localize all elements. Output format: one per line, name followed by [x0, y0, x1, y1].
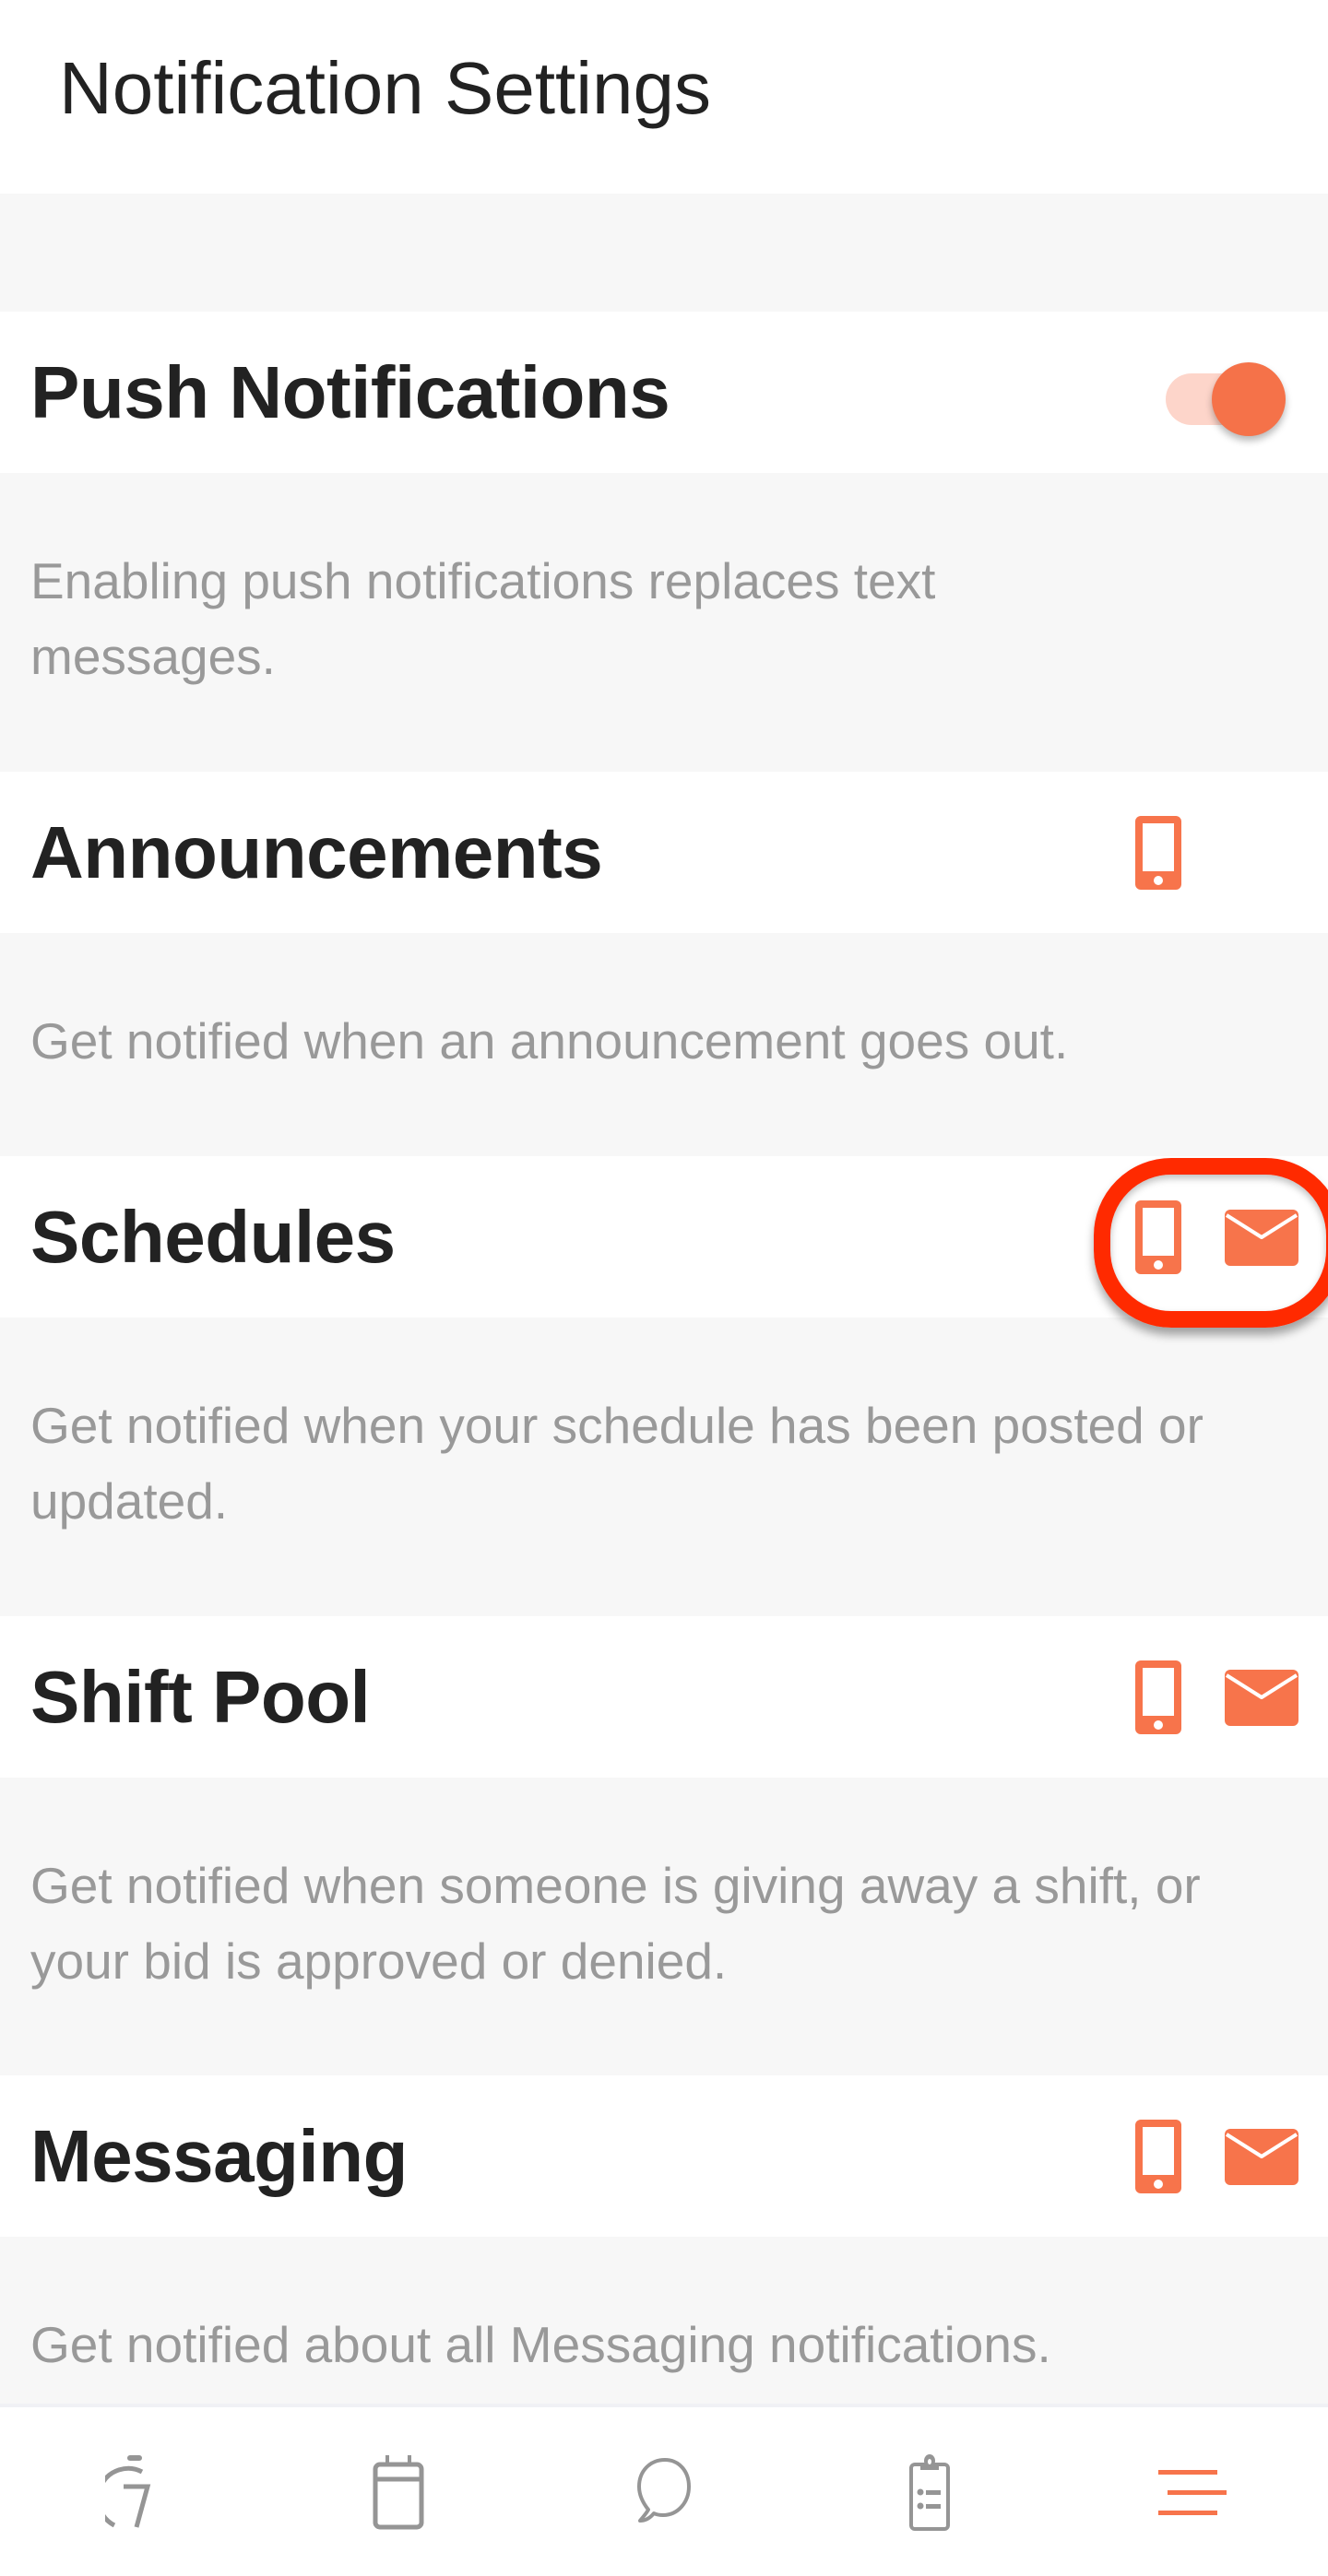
tab-tasks[interactable]	[797, 2407, 1062, 2576]
schedules-description-panel: Get notified when your schedule has been…	[0, 1318, 1328, 1616]
section-spacer	[0, 194, 1328, 312]
calendar-icon	[373, 2454, 424, 2529]
push-notifications-description-panel: Enabling push notifications replaces tex…	[0, 473, 1328, 772]
push-notifications-description: Enabling push notifications replaces tex…	[30, 552, 936, 685]
page-title: Notification Settings	[59, 47, 712, 129]
schedules-description: Get notified when your schedule has been…	[30, 1397, 1204, 1530]
shift-pool-row: Shift Pool	[0, 1616, 1328, 1778]
announcements-description: Get notified when an announcement goes o…	[30, 1012, 1069, 1069]
messaging-title: Messaging	[30, 2115, 408, 2197]
shift-pool-description: Get notified when someone is giving away…	[30, 1857, 1201, 1990]
header: Notification Settings	[0, 0, 1328, 194]
push-notifications-toggle[interactable]	[1164, 362, 1289, 440]
schedules-row: Schedules	[0, 1156, 1328, 1318]
shift-pool-title: Shift Pool	[30, 1656, 371, 1738]
tab-messages[interactable]	[531, 2407, 797, 2576]
shift-pool-description-panel: Get notified when someone is giving away…	[0, 1778, 1328, 2075]
messaging-description: Get notified about all Messaging notific…	[30, 2316, 1051, 2373]
messaging-description-panel: Get notified about all Messaging notific…	[0, 2237, 1328, 2404]
phone-icon[interactable]	[1135, 1660, 1181, 1734]
mail-icon[interactable]	[1225, 1210, 1298, 1266]
mail-icon[interactable]	[1225, 1670, 1298, 1726]
announcements-description-panel: Get notified when an announcement goes o…	[0, 933, 1328, 1156]
phone-icon[interactable]	[1135, 1200, 1181, 1274]
clipboard-icon	[909, 2453, 950, 2531]
tab-timeclock[interactable]	[0, 2407, 266, 2576]
announcements-title: Announcements	[30, 811, 603, 893]
timeclock-icon	[105, 2454, 151, 2528]
bottom-tab-bar	[0, 2404, 1328, 2576]
phone-icon[interactable]	[1135, 816, 1181, 890]
phone-icon[interactable]	[1135, 2120, 1181, 2193]
tab-schedule[interactable]	[266, 2407, 531, 2576]
toggle-knob	[1212, 362, 1286, 436]
chat-bubble-icon	[637, 2457, 691, 2523]
announcements-row: Announcements	[0, 772, 1328, 933]
push-notifications-row: Push Notifications	[0, 312, 1328, 473]
messaging-row: Messaging	[0, 2075, 1328, 2237]
schedules-title: Schedules	[30, 1196, 396, 1278]
push-notifications-title: Push Notifications	[30, 351, 670, 433]
menu-icon	[1158, 2469, 1227, 2515]
mail-icon[interactable]	[1225, 2129, 1298, 2185]
tab-menu[interactable]	[1062, 2407, 1328, 2576]
